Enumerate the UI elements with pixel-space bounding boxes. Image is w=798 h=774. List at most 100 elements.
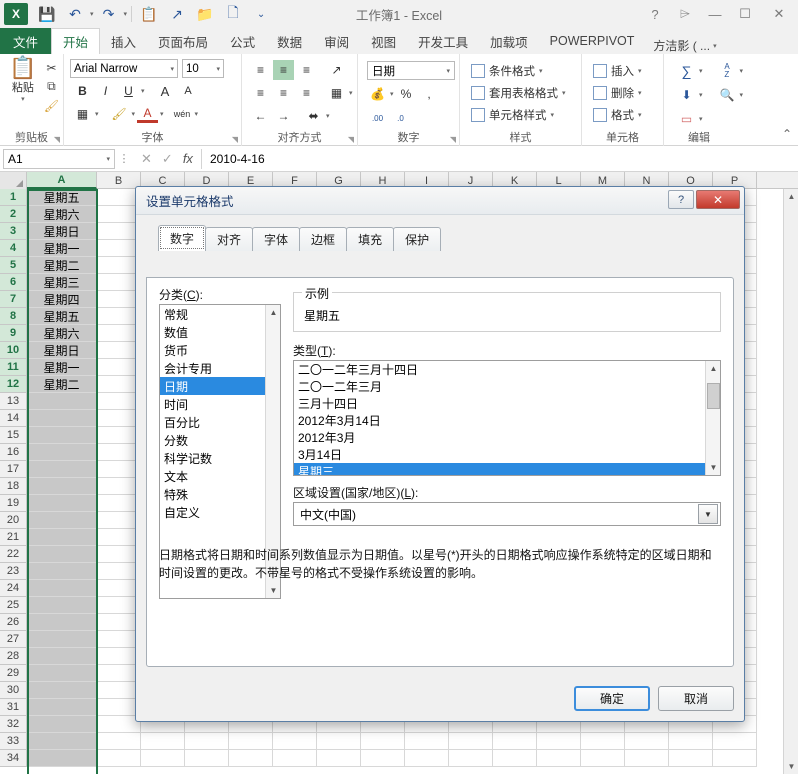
- borders-chevron-down-icon[interactable]: ▾: [95, 110, 99, 118]
- row-header-7[interactable]: 7: [0, 291, 27, 308]
- cell-M34[interactable]: [581, 750, 625, 767]
- cell-P33[interactable]: [713, 733, 757, 750]
- category-item-6[interactable]: 百分比: [160, 413, 265, 431]
- tab-insert[interactable]: 插入: [100, 28, 147, 54]
- cell-O34[interactable]: [669, 750, 713, 767]
- cell-A2[interactable]: 星期六: [27, 206, 97, 223]
- borders-icon[interactable]: ▦: [72, 104, 93, 124]
- row-header-24[interactable]: 24: [0, 580, 27, 597]
- cell-I34[interactable]: [405, 750, 449, 767]
- dialog-tab-fill[interactable]: 填充: [346, 227, 395, 251]
- grow-font-icon[interactable]: A: [155, 81, 176, 101]
- align-center-icon[interactable]: ≡: [273, 83, 294, 103]
- cell-A7[interactable]: 星期四: [27, 291, 97, 308]
- font-name-input[interactable]: Arial Narrow ▾: [70, 59, 178, 78]
- category-item-10[interactable]: 特殊: [160, 485, 265, 503]
- cell-A3[interactable]: 星期日: [27, 223, 97, 240]
- cell-B33[interactable]: [97, 733, 141, 750]
- font-color-icon[interactable]: A: [137, 106, 159, 123]
- tab-addins[interactable]: 加载项: [479, 28, 539, 54]
- tab-home[interactable]: 开始: [51, 28, 101, 54]
- category-item-8[interactable]: 科学记数: [160, 449, 265, 467]
- cell-C34[interactable]: [141, 750, 185, 767]
- row-header-9[interactable]: 9: [0, 325, 27, 342]
- bold-button[interactable]: B: [72, 81, 93, 101]
- align-right-icon[interactable]: ≡: [296, 83, 317, 103]
- row-header-30[interactable]: 30: [0, 682, 27, 699]
- fill-color-chevron-down-icon[interactable]: ▾: [132, 110, 136, 118]
- redo-dropdown-icon[interactable]: ▾: [124, 10, 128, 18]
- customize-qat-icon[interactable]: ⌄: [248, 2, 274, 26]
- dialog-help-icon[interactable]: ?: [668, 190, 694, 209]
- save-icon[interactable]: 💾: [34, 2, 60, 26]
- sort-filter-icon[interactable]: AZ: [717, 61, 738, 81]
- ribbon-display-options-icon[interactable]: ⌲: [670, 1, 700, 27]
- type-item-5[interactable]: 3月14日: [294, 446, 705, 463]
- cell-A16[interactable]: [27, 444, 97, 461]
- dialog-tab-protection[interactable]: 保护: [393, 227, 442, 251]
- close-icon[interactable]: ✕: [760, 1, 798, 27]
- type-list[interactable]: 二〇一二年三月十四日 二〇一二年三月 三月十四日 2012年3月14日 2012年3月 3…: [293, 360, 721, 476]
- row-header-29[interactable]: 29: [0, 665, 27, 682]
- category-item-1[interactable]: 数值: [160, 323, 265, 341]
- cell-A6[interactable]: 星期三: [27, 274, 97, 291]
- row-header-17[interactable]: 17: [0, 461, 27, 478]
- category-item-0[interactable]: 常规: [160, 305, 265, 323]
- cell-E33[interactable]: [229, 733, 273, 750]
- cell-A12[interactable]: 星期二: [27, 376, 97, 393]
- row-header-25[interactable]: 25: [0, 597, 27, 614]
- row-header-6[interactable]: 6: [0, 274, 27, 291]
- tab-powerpivot[interactable]: POWERPIVOT: [539, 28, 646, 54]
- clear-icon[interactable]: ▭: [676, 109, 697, 129]
- copy-icon[interactable]: ⧉: [44, 78, 59, 95]
- cell-O33[interactable]: [669, 733, 713, 750]
- row-header-26[interactable]: 26: [0, 614, 27, 631]
- category-item-5[interactable]: 时间: [160, 395, 265, 413]
- align-top-icon[interactable]: ≡: [250, 60, 271, 80]
- row-header-14[interactable]: 14: [0, 410, 27, 427]
- align-middle-icon[interactable]: ≡: [273, 60, 294, 80]
- underline-chevron-down-icon[interactable]: ▾: [141, 87, 145, 95]
- row-header-1[interactable]: 1: [0, 189, 27, 206]
- locale-chevron-down-icon[interactable]: ▼: [698, 504, 718, 524]
- accounting-chevron-down-icon[interactable]: ▾: [390, 90, 394, 98]
- align-left-icon[interactable]: ≡: [250, 83, 271, 103]
- type-item-3[interactable]: 2012年3月14日: [294, 412, 705, 429]
- dialog-tab-alignment[interactable]: 对齐: [205, 227, 254, 251]
- cell-F33[interactable]: [273, 733, 317, 750]
- cell-A20[interactable]: [27, 512, 97, 529]
- row-header-4[interactable]: 4: [0, 240, 27, 257]
- fill-icon[interactable]: ⬇: [676, 85, 697, 105]
- row-header-33[interactable]: 33: [0, 733, 27, 750]
- cell-E34[interactable]: [229, 750, 273, 767]
- row-header-8[interactable]: 8: [0, 308, 27, 325]
- cell-P34[interactable]: [713, 750, 757, 767]
- row-header-12[interactable]: 12: [0, 376, 27, 393]
- row-header-13[interactable]: 13: [0, 393, 27, 410]
- fill-chevron-down-icon[interactable]: ▾: [699, 91, 703, 99]
- cell-F34[interactable]: [273, 750, 317, 767]
- type-scroll-up-icon[interactable]: ▲: [706, 361, 720, 376]
- cell-A34[interactable]: [27, 750, 97, 767]
- column-header-b[interactable]: B: [97, 172, 141, 189]
- maximize-icon[interactable]: ☐: [730, 1, 760, 27]
- vertical-scrollbar[interactable]: ▲ ▼: [783, 189, 798, 774]
- row-header-21[interactable]: 21: [0, 529, 27, 546]
- find-chevron-down-icon[interactable]: ▾: [740, 91, 744, 99]
- cell-A9[interactable]: 星期六: [27, 325, 97, 342]
- undo-dropdown-icon[interactable]: ▾: [90, 10, 94, 18]
- cell-A23[interactable]: [27, 563, 97, 580]
- category-item-9[interactable]: 文本: [160, 467, 265, 485]
- wrap-text-icon[interactable]: ⬌: [303, 106, 324, 126]
- cell-A24[interactable]: [27, 580, 97, 597]
- cell-B34[interactable]: [97, 750, 141, 767]
- tab-page-layout[interactable]: 页面布局: [147, 28, 219, 54]
- cut-icon[interactable]: ✂: [44, 59, 59, 76]
- cell-I33[interactable]: [405, 733, 449, 750]
- clipboard-dialog-launcher-icon[interactable]: ◥: [54, 135, 60, 144]
- autosum-chevron-down-icon[interactable]: ▾: [699, 67, 703, 75]
- category-scroll-down-icon[interactable]: ▼: [266, 583, 280, 598]
- dialog-tab-border[interactable]: 边框: [299, 227, 348, 251]
- merge-center-icon[interactable]: ▦: [326, 83, 347, 103]
- cell-H33[interactable]: [361, 733, 405, 750]
